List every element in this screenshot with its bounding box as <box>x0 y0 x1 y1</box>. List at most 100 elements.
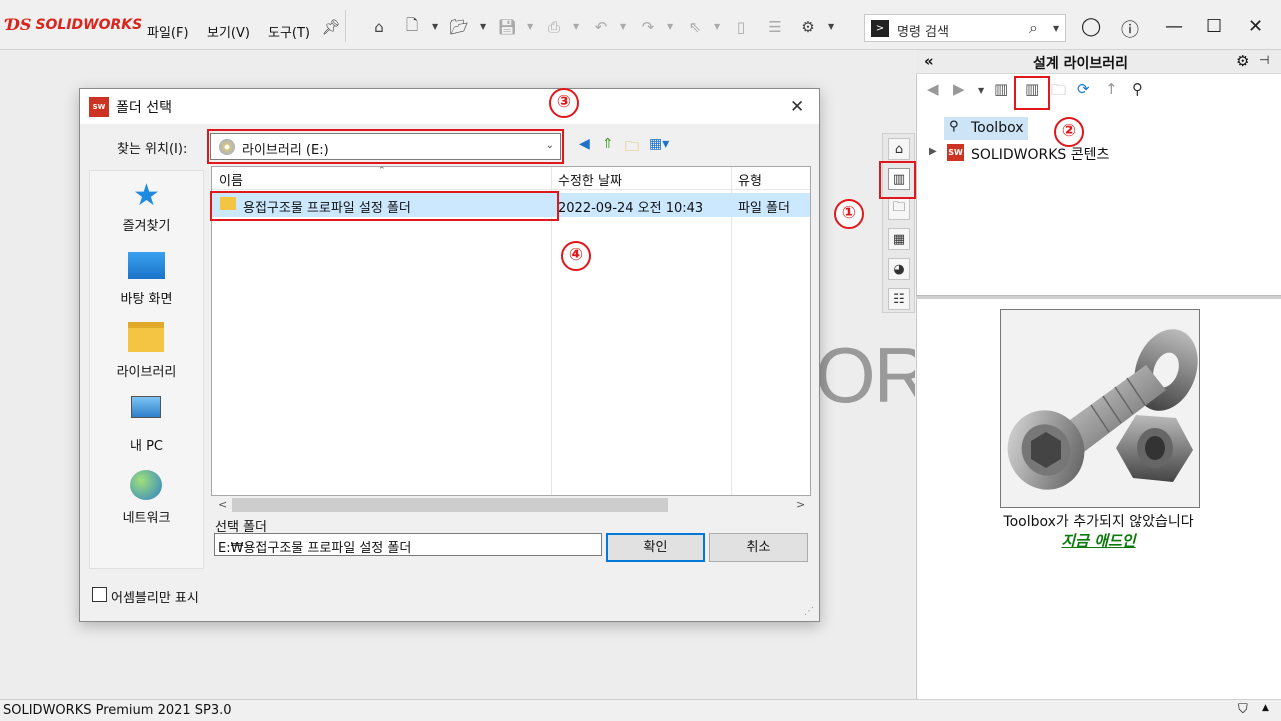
forward-icon[interactable]: ▶ <box>953 80 965 98</box>
solidworks-logo[interactable]: ƊS SOLIDWORKS <box>6 15 142 34</box>
redo-icon[interactable]: ↷ <box>637 16 659 38</box>
annotation-number-3: ③ <box>549 88 579 118</box>
open-icon[interactable]: 📂︎ <box>448 16 470 38</box>
chevron-down-icon[interactable]: ▼ <box>978 86 984 95</box>
search-icon[interactable]: ⌕ <box>1029 18 1038 38</box>
refresh-icon[interactable]: ⟳ <box>1077 80 1090 98</box>
tree-item-solidworks-content[interactable]: SOLIDWORKS 콘텐츠 <box>971 144 1109 164</box>
annotation-box-design-library-tab <box>879 161 916 199</box>
task-pane-tabs: ⌂ ▥ 🗀︎ ▦ ◕ ☷ <box>882 133 915 313</box>
file-props-icon[interactable]: ☰ <box>764 16 786 38</box>
rebuild-status-icon[interactable]: ⛉ <box>1238 702 1248 717</box>
collapse-icon[interactable]: « <box>924 52 934 70</box>
chevron-down-icon[interactable]: ▼ <box>432 22 438 31</box>
toolbar-separator <box>345 10 346 42</box>
annotation-number-2: ② <box>1054 117 1084 147</box>
toolbox-preview-image <box>1000 309 1200 508</box>
new-doc-icon[interactable]: 🗋︎ <box>401 16 423 38</box>
column-type[interactable]: 유형 <box>738 170 762 189</box>
new-folder-icon[interactable]: 🗀︎ <box>625 136 639 160</box>
column-modified[interactable]: 수정한 날짜 <box>558 170 622 189</box>
close-icon[interactable]: ✕ <box>790 97 804 117</box>
back-icon[interactable]: ◀ <box>927 80 939 98</box>
pin-icon[interactable]: 📌︎ <box>320 16 342 38</box>
scroll-left-icon[interactable]: < <box>218 498 227 511</box>
chevron-down-icon[interactable]: ▼ <box>480 22 486 31</box>
scroll-right-icon[interactable]: > <box>796 498 805 511</box>
desktop-icon <box>128 252 165 279</box>
view-palette-icon[interactable]: ▦ <box>888 228 910 250</box>
chevron-down-icon[interactable]: ▼ <box>527 22 533 31</box>
row-date: 2022-09-24 오전 10:43 <box>558 201 704 216</box>
pin-icon[interactable]: ⊣ <box>1259 53 1269 67</box>
new-folder-icon[interactable]: 🗀︎ <box>1051 80 1066 105</box>
undo-icon[interactable]: ↶ <box>590 16 612 38</box>
home-icon[interactable]: ⌂ <box>888 138 910 160</box>
search-input[interactable]: 명령 검색 <box>897 21 949 40</box>
background-wordmark: OR <box>815 331 915 419</box>
resize-grip-icon[interactable]: ⋰ <box>804 606 814 617</box>
panel-splitter[interactable] <box>916 295 1281 299</box>
up-icon[interactable]: ↑ <box>1105 80 1118 98</box>
menu-view[interactable]: 보기(V) <box>207 22 250 41</box>
command-search[interactable]: > 명령 검색 ⌕ ▼ <box>864 14 1066 42</box>
library-folder-icon <box>128 322 164 352</box>
row-type: 파일 폴더 <box>738 201 790 216</box>
assembly-only-label: 어셈블리만 표시 <box>111 591 199 606</box>
appearance-icon[interactable]: ◕ <box>888 258 910 280</box>
gear-icon[interactable]: ⚙ <box>797 16 819 38</box>
rebuild-icon[interactable]: ▯ <box>730 16 752 38</box>
column-name[interactable]: 이름 <box>219 170 243 189</box>
place-favorites[interactable]: 즐겨찾기 <box>89 215 204 234</box>
file-explorer-icon[interactable]: 🗀︎ <box>888 198 910 220</box>
place-network[interactable]: 네트워크 <box>89 507 204 526</box>
place-library[interactable]: 라이브러리 <box>89 361 204 380</box>
toolbox-not-added-message: Toolbox가 추가되지 않았습니다 <box>1003 514 1194 530</box>
maximize-icon[interactable]: ☐ <box>1206 16 1222 37</box>
select-icon[interactable]: ⇖ <box>684 16 706 38</box>
scrollbar-thumb[interactable] <box>232 498 668 512</box>
chevron-down-icon[interactable]: ▼ <box>828 22 834 31</box>
chevron-down-icon[interactable]: ▼ <box>667 22 673 31</box>
help-icon[interactable]: ⓘ <box>1121 16 1139 42</box>
save-icon[interactable]: 💾︎ <box>496 16 518 38</box>
back-icon[interactable]: ◀ <box>579 136 590 152</box>
up-folder-icon[interactable]: ⇑ <box>602 136 614 152</box>
view-menu-icon[interactable]: ▦▾ <box>649 136 669 152</box>
menu-tools[interactable]: 도구(T) <box>268 22 310 41</box>
cancel-button[interactable]: 취소 <box>709 533 808 562</box>
assembly-only-checkbox[interactable] <box>92 587 107 602</box>
print-icon[interactable]: ⎙ <box>543 16 565 38</box>
home-icon[interactable]: ⌂ <box>368 16 390 38</box>
chevron-up-icon[interactable]: ▲ <box>1262 703 1269 713</box>
selected-folder-input[interactable]: E:₩용접구조물 프로파일 설정 폴더 <box>214 533 602 556</box>
minimize-icon[interactable]: — <box>1165 16 1183 37</box>
custom-properties-icon[interactable]: ☷ <box>888 288 910 310</box>
annotation-box-add-toolbox <box>1014 76 1050 110</box>
add-library-icon[interactable]: ▥ <box>994 80 1008 98</box>
brand-name: SOLIDWORKS <box>35 16 143 33</box>
chevron-down-icon[interactable]: ▼ <box>620 22 626 31</box>
panel-title: 설계 라이브러리 <box>1033 56 1129 72</box>
chevron-down-icon[interactable]: ▼ <box>714 22 720 31</box>
place-this-pc[interactable]: 내 PC <box>89 435 204 454</box>
look-in-label: 찾는 위치(I): <box>117 142 188 157</box>
add-in-now-link[interactable]: 지금 애드인 <box>916 530 1281 551</box>
tree-item-label: Toolbox <box>971 120 1024 136</box>
command-prompt-icon: > <box>871 20 889 37</box>
menu-file[interactable]: 파일(F) <box>147 22 189 41</box>
ok-button[interactable]: 확인 <box>606 533 705 562</box>
solidworks-app-icon: SW <box>89 97 109 117</box>
annotation-number-4: ④ <box>561 241 591 271</box>
account-icon[interactable]: ◯ <box>1081 16 1101 37</box>
toolbox-icon[interactable]: ⚲ <box>1132 80 1143 98</box>
star-icon: ★ <box>133 178 160 213</box>
network-icon <box>130 470 162 500</box>
chevron-down-icon[interactable]: ▼ <box>573 22 579 31</box>
close-icon[interactable]: ✕ <box>1248 16 1263 37</box>
place-desktop[interactable]: 바탕 화면 <box>89 288 204 307</box>
expand-icon[interactable]: ▶ <box>929 146 937 157</box>
annotation-box-folder-row <box>210 191 559 221</box>
gear-icon[interactable]: ⚙ <box>1236 52 1249 70</box>
chevron-down-icon[interactable]: ▼ <box>1053 24 1059 33</box>
